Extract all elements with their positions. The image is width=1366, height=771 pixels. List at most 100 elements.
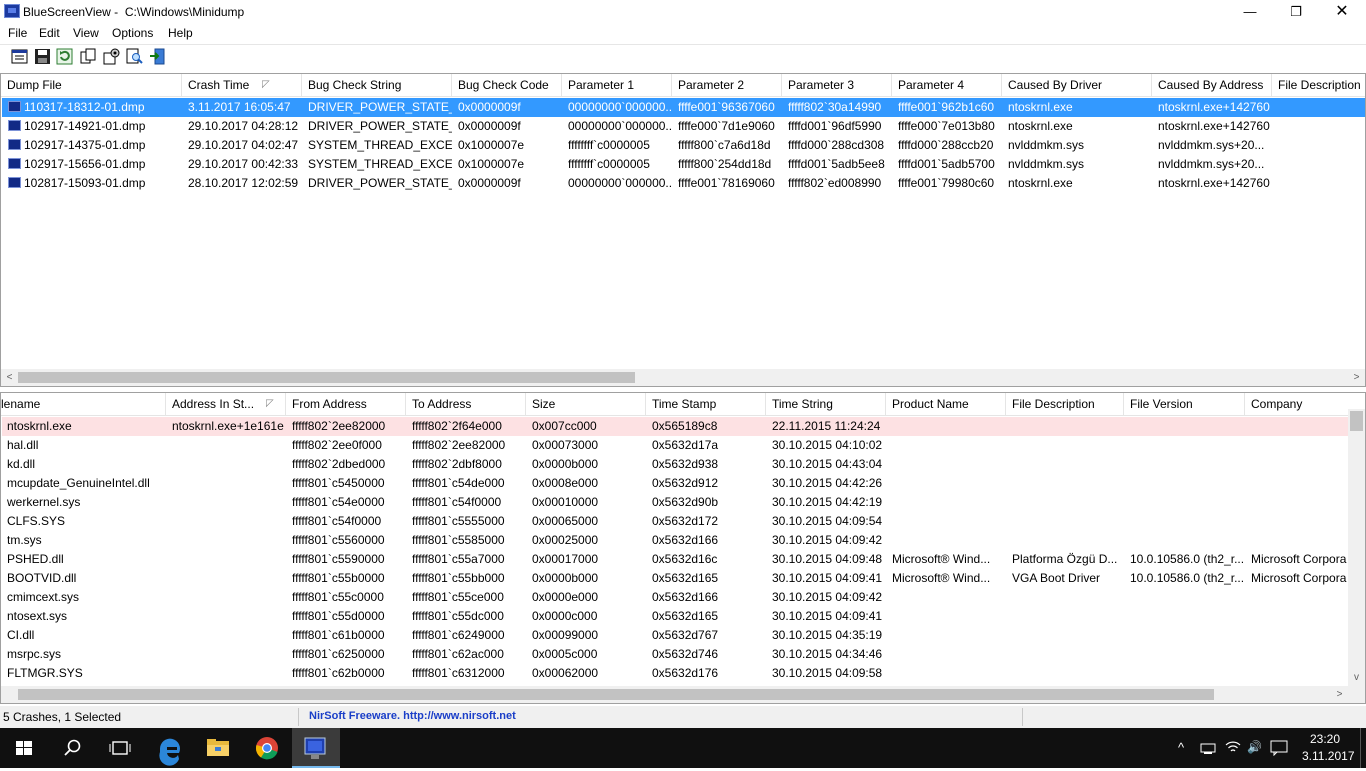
driver-cell bbox=[1124, 455, 1245, 474]
crash-cell: fffff802`ed008990 bbox=[788, 176, 882, 190]
driver-row[interactable]: BOOTVID.dll fffff801`c55b0000 fffff801`c55… bbox=[2, 569, 1348, 588]
driver-row[interactable]: CI.dll fffff801`c61b0000 fffff801`c6249000… bbox=[2, 626, 1348, 645]
column-parameter-1[interactable]: Parameter 1 bbox=[562, 74, 672, 96]
restore-button[interactable]: ❐ bbox=[1273, 0, 1319, 23]
crash-cell: DRIVER_POWER_STATE_... bbox=[308, 119, 452, 133]
properties-icon[interactable] bbox=[11, 48, 28, 65]
crash-cell: fffff800`c7a6d18d bbox=[678, 138, 771, 152]
column-filename[interactable]: lename bbox=[1, 393, 166, 415]
file-explorer-icon[interactable] bbox=[194, 728, 242, 768]
notifications-icon[interactable] bbox=[1270, 740, 1288, 759]
search-icon[interactable] bbox=[48, 728, 96, 768]
scroll-right-icon[interactable]: > bbox=[1348, 369, 1365, 386]
crash-list-horizontal-scrollbar[interactable]: < > bbox=[1, 369, 1365, 386]
scroll-left-icon[interactable]: < bbox=[1, 369, 18, 386]
driver-cell: fffff801`c61b0000 bbox=[292, 628, 385, 642]
chrome-icon[interactable] bbox=[242, 728, 290, 768]
column-parameter-4[interactable]: Parameter 4 bbox=[892, 74, 1002, 96]
driver-cell: 0x5632d912 bbox=[652, 476, 719, 490]
refresh-icon[interactable] bbox=[56, 48, 73, 65]
driver-cell: Microsoft® Wind... bbox=[892, 552, 991, 566]
driver-list-horizontal-scrollbar[interactable]: > bbox=[1, 686, 1365, 703]
crash-row[interactable]: 102817-15093-01.dmp 28.10.2017 12:02:59 DR… bbox=[2, 174, 1365, 193]
task-view-icon[interactable] bbox=[96, 728, 144, 768]
crash-list[interactable]: Dump File Crash Time ◸ Bug Check String B… bbox=[0, 73, 1366, 387]
column-caused-by-driver[interactable]: Caused By Driver bbox=[1002, 74, 1152, 96]
column-file-description[interactable]: File Description bbox=[1272, 74, 1365, 96]
driver-row[interactable]: ntosext.sys fffff801`c55d0000 fffff801`c55… bbox=[2, 607, 1348, 626]
driver-row[interactable]: CLFS.SYS fffff801`c54f0000 fffff801`c55550… bbox=[2, 512, 1348, 531]
network-adapter-icon[interactable] bbox=[1200, 741, 1216, 758]
driver-row[interactable]: hal.dll fffff802`2ee0f000 fffff802`2ee8200… bbox=[2, 436, 1348, 455]
menu-file[interactable]: File bbox=[8, 26, 27, 40]
edge-icon[interactable] bbox=[146, 728, 194, 768]
column-from-address[interactable]: From Address bbox=[286, 393, 406, 415]
driver-cell: fffff801`c55b0000 bbox=[292, 571, 385, 585]
title-bar: BlueScreenView - C:\Windows\Minidump — ❐… bbox=[0, 0, 1366, 23]
column-product-name[interactable]: Product Name bbox=[886, 393, 1006, 415]
exit-icon[interactable] bbox=[149, 48, 166, 65]
clock-time[interactable]: 23:20 bbox=[1310, 732, 1340, 746]
crash-row[interactable]: 110317-18312-01.dmp 3.11.2017 16:05:47 DRI… bbox=[2, 98, 1365, 117]
scroll-down-icon[interactable]: v bbox=[1348, 669, 1365, 686]
driver-cell: 0x5632d90b bbox=[652, 495, 719, 509]
bluescreenview-icon[interactable] bbox=[292, 728, 340, 768]
column-caused-by-address[interactable]: Caused By Address bbox=[1152, 74, 1272, 96]
column-to-address[interactable]: To Address bbox=[406, 393, 526, 415]
column-crash-time[interactable]: Crash Time ◸ bbox=[182, 74, 302, 96]
clock-date[interactable]: 3.11.2017 bbox=[1302, 749, 1355, 763]
menu-view[interactable]: View bbox=[73, 26, 99, 40]
crash-row[interactable]: 102917-14921-01.dmp 29.10.2017 04:28:12 DR… bbox=[2, 117, 1365, 136]
column-bug-check-code[interactable]: Bug Check Code bbox=[452, 74, 562, 96]
close-button[interactable]: ✕ bbox=[1319, 0, 1365, 23]
driver-row[interactable]: PSHED.dll fffff801`c5590000 fffff801`c55a7… bbox=[2, 550, 1348, 569]
column-bug-check-string[interactable]: Bug Check String bbox=[302, 74, 452, 96]
menu-help[interactable]: Help bbox=[168, 26, 193, 40]
find-icon[interactable] bbox=[126, 48, 143, 65]
driver-row[interactable]: cmimcext.sys fffff801`c55c0000 fffff801`c5… bbox=[2, 588, 1348, 607]
volume-icon[interactable]: 🔊 bbox=[1247, 740, 1262, 754]
driver-row[interactable]: FLTMGR.SYS fffff801`c62b0000 fffff801`c631… bbox=[2, 664, 1348, 683]
column-file-description[interactable]: File Description bbox=[1006, 393, 1124, 415]
crash-cell: nvlddmkm.sys bbox=[1008, 157, 1085, 171]
driver-row[interactable]: msrpc.sys fffff801`c6250000 fffff801`c62ac… bbox=[2, 645, 1348, 664]
copy-icon[interactable] bbox=[80, 48, 97, 65]
scrollbar-thumb[interactable] bbox=[18, 689, 1214, 700]
show-desktop-button[interactable] bbox=[1360, 728, 1361, 768]
column-file-version[interactable]: File Version bbox=[1124, 393, 1245, 415]
column-dump-file[interactable]: Dump File bbox=[1, 74, 182, 96]
column-address-in-stack[interactable]: Address In St... ◸ bbox=[166, 393, 286, 415]
driver-row[interactable]: tm.sys fffff801`c5560000 fffff801`c5585000… bbox=[2, 531, 1348, 550]
driver-list[interactable]: lename Address In St... ◸ From Address To… bbox=[0, 392, 1366, 704]
driver-cell: tm.sys bbox=[7, 533, 42, 547]
driver-cell bbox=[1124, 531, 1245, 550]
scrollbar-thumb[interactable] bbox=[18, 372, 635, 383]
wifi-icon[interactable] bbox=[1225, 740, 1241, 757]
show-hidden-icons-chevron[interactable]: ^ bbox=[1178, 740, 1184, 755]
vertical-scrollbar-thumb[interactable] bbox=[1350, 411, 1363, 431]
driver-cell: 30.10.2015 04:10:02 bbox=[772, 438, 883, 452]
options-icon[interactable] bbox=[103, 48, 120, 65]
nirsoft-link[interactable]: NirSoft Freeware. http://www.nirsoft.net bbox=[309, 710, 516, 722]
save-icon[interactable] bbox=[34, 48, 51, 65]
driver-row[interactable]: mcupdate_GenuineIntel.dll fffff801`c54500… bbox=[2, 474, 1348, 493]
scroll-right-icon[interactable]: > bbox=[1331, 686, 1348, 703]
column-time-string[interactable]: Time String bbox=[766, 393, 886, 415]
driver-list-vertical-scrollbar[interactable]: v bbox=[1348, 409, 1365, 686]
driver-row[interactable]: werkernel.sys fffff801`c54e0000 fffff801`c… bbox=[2, 493, 1348, 512]
driver-row[interactable]: ntoskrnl.exe ntoskrnl.exe+1e161e fffff802`… bbox=[2, 417, 1348, 436]
driver-cell bbox=[1124, 512, 1245, 531]
column-parameter-2[interactable]: Parameter 2 bbox=[672, 74, 782, 96]
crash-row[interactable]: 102917-14375-01.dmp 29.10.2017 04:02:47 SY… bbox=[2, 136, 1365, 155]
windows-start-icon[interactable] bbox=[0, 728, 48, 768]
driver-cell bbox=[166, 626, 286, 645]
driver-row[interactable]: kd.dll fffff802`2dbed000 fffff802`2dbf8000… bbox=[2, 455, 1348, 474]
column-size[interactable]: Size bbox=[526, 393, 646, 415]
minimize-button[interactable]: — bbox=[1227, 0, 1273, 23]
driver-cell: PSHED.dll bbox=[7, 552, 64, 566]
column-parameter-3[interactable]: Parameter 3 bbox=[782, 74, 892, 96]
crash-row[interactable]: 102917-15656-01.dmp 29.10.2017 00:42:33 SY… bbox=[2, 155, 1365, 174]
menu-edit[interactable]: Edit bbox=[39, 26, 60, 40]
column-time-stamp[interactable]: Time Stamp bbox=[646, 393, 766, 415]
menu-options[interactable]: Options bbox=[112, 26, 153, 40]
